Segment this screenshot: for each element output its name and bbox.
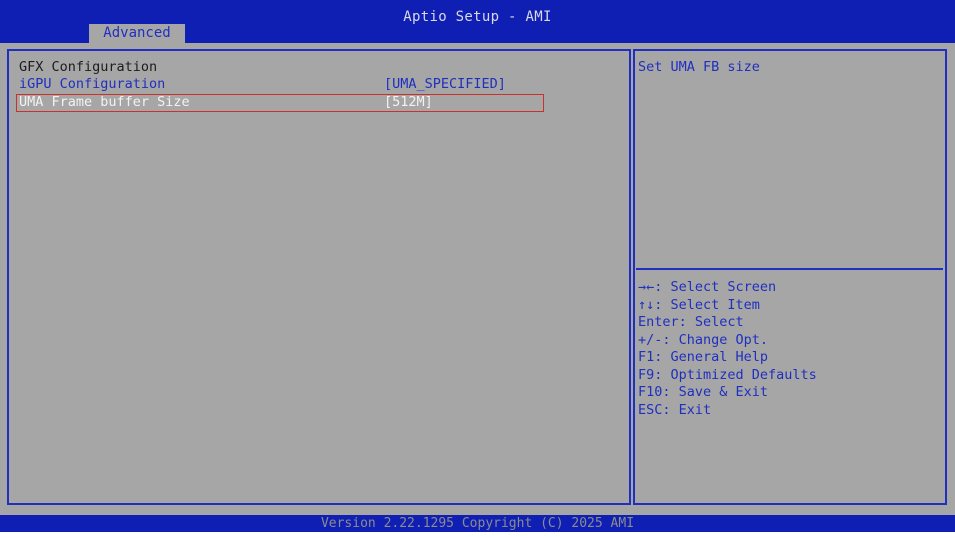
menu-item-igpu-configuration[interactable]: iGPU Configuration: [19, 76, 165, 92]
settings-panel: [7, 49, 631, 505]
key-hint-general-help: F1: General Help: [638, 349, 769, 365]
bottom-border: [0, 532, 955, 538]
version-text: Version 2.22.1295 Copyright (C) 2025 AMI: [320, 516, 635, 531]
menu-item-uma-frame-buffer-size[interactable]: UMA Frame buffer Size: [19, 94, 190, 110]
key-hint-esc-exit: ESC: Exit: [638, 401, 712, 418]
uma-frame-buffer-size-value[interactable]: [512M]: [384, 94, 433, 110]
key-hint-change-opt: +/-: Change Opt.: [638, 331, 769, 348]
key-legend: →←: Select Screen ↑↓: Select Item Enter:…: [638, 279, 817, 419]
app-title: Aptio Setup - AMI: [403, 9, 552, 25]
key-hint-enter: Enter: Select: [638, 314, 744, 330]
help-panel: [633, 49, 947, 505]
bios-screen: Aptio Setup - AMI Advanced GFX Configura…: [0, 0, 955, 538]
igpu-configuration-value[interactable]: [UMA_SPECIFIED]: [384, 76, 506, 92]
help-description: Set UMA FB size: [638, 59, 760, 75]
tab-advanced[interactable]: Advanced: [89, 24, 185, 43]
key-hint-save-exit: F10: Save & Exit: [638, 384, 769, 400]
section-title: GFX Configuration: [19, 59, 158, 75]
key-hint-select-item: ↑↓: Select Item: [638, 296, 760, 313]
help-divider: [636, 268, 943, 270]
key-hint-select-screen: →←: Select Screen: [638, 279, 777, 295]
key-hint-optimized-defaults: F9: Optimized Defaults: [638, 366, 817, 383]
